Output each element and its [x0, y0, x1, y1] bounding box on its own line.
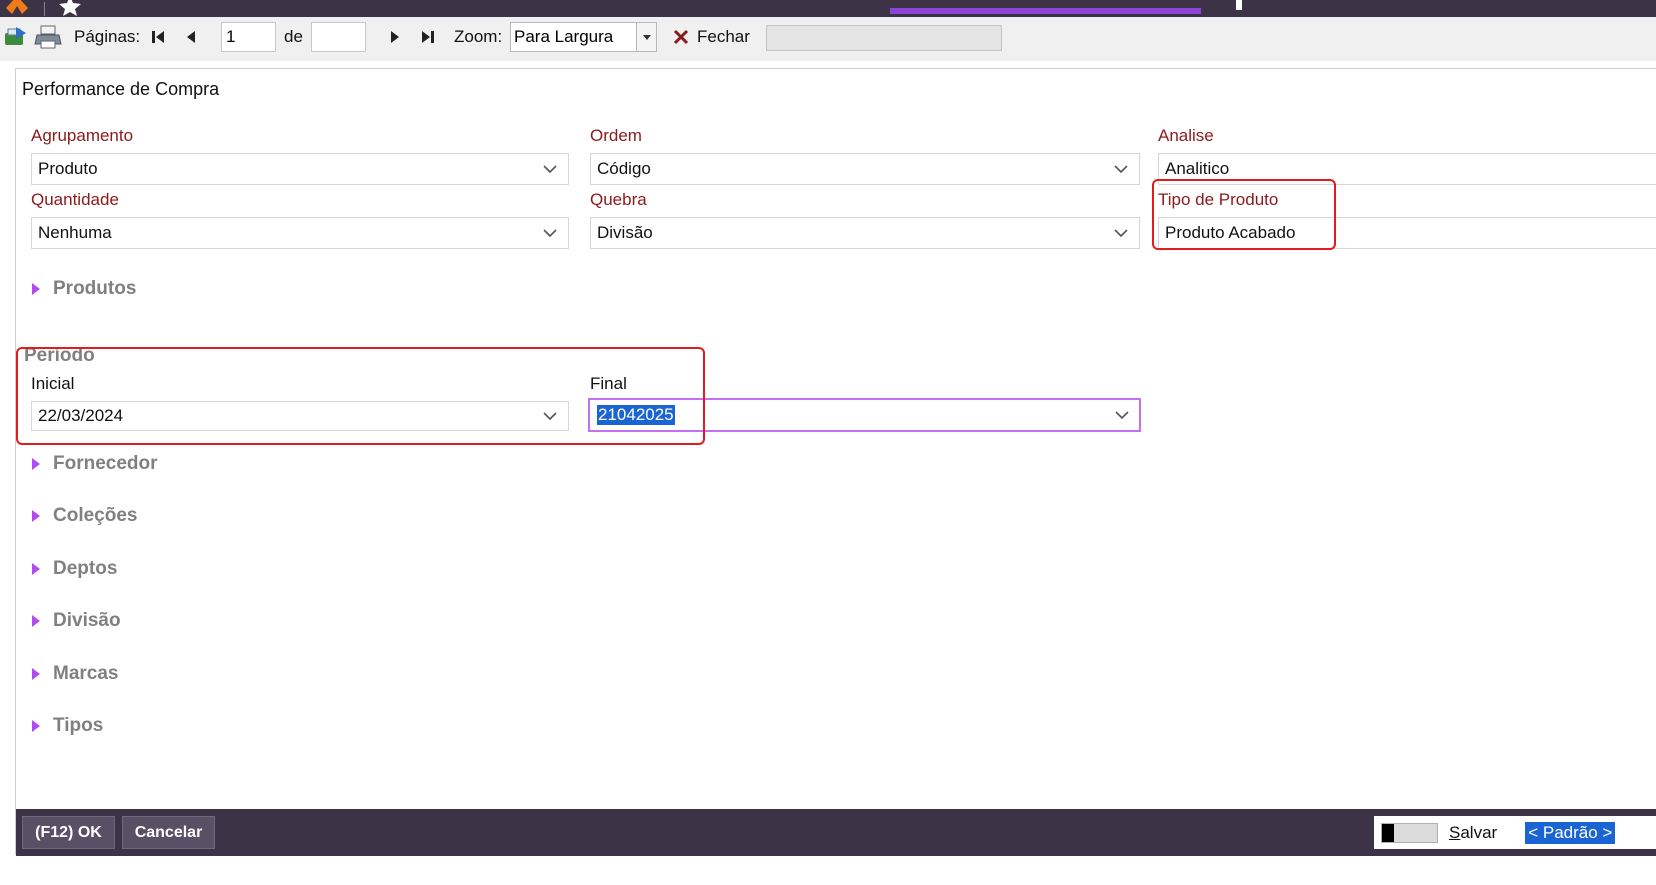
preset-select[interactable]: < Padrão > — [1525, 821, 1616, 844]
save-preset-button[interactable]: Salvar — [1449, 823, 1497, 843]
active-tab-indicator[interactable] — [890, 8, 1201, 14]
agrupamento-value: Produto — [38, 159, 98, 178]
section-deptos[interactable]: Deptos — [30, 558, 117, 580]
quebra-value: Divisão — [597, 223, 653, 242]
caret-down-icon — [642, 34, 651, 40]
expand-triangle-icon — [32, 458, 40, 470]
inicial-date-value: 22/03/2024 — [38, 406, 124, 425]
section-divisao[interactable]: Divisão — [30, 610, 121, 632]
chevron-down-icon[interactable] — [1104, 399, 1140, 431]
analise-label: Analise — [1158, 126, 1214, 145]
section-marcas-label: Marcas — [53, 663, 119, 684]
agrupamento-select[interactable]: Produto — [31, 153, 569, 185]
first-page-icon — [152, 31, 164, 43]
quantidade-value: Nenhuma — [38, 223, 112, 242]
new-tab-button[interactable] — [1236, 0, 1242, 10]
ordem-label: Ordem — [590, 126, 642, 145]
section-deptos-label: Deptos — [53, 558, 118, 579]
first-page-button[interactable] — [147, 24, 169, 50]
quantidade-select[interactable]: Nenhuma — [31, 217, 569, 249]
tipo-produto-select[interactable]: Produto Acabado — [1158, 217, 1656, 249]
ordem-select[interactable]: Código — [590, 153, 1140, 185]
section-divisao-label: Divisão — [53, 610, 121, 631]
next-page-button[interactable] — [384, 24, 406, 50]
final-date-input[interactable]: 21042025 — [588, 398, 1141, 432]
section-produtos-label: Produtos — [53, 278, 137, 299]
ordem-value: Código — [597, 159, 651, 178]
next-page-icon — [391, 31, 399, 43]
app-title-bar — [0, 0, 1656, 17]
section-tipos-label: Tipos — [53, 715, 104, 736]
analise-select[interactable]: Analitico — [1158, 153, 1656, 185]
chevron-down-icon[interactable] — [532, 218, 568, 248]
tipo-produto-value: Produto Acabado — [1165, 223, 1296, 242]
expand-triangle-icon — [32, 668, 40, 680]
dialog-footer: (F12) OK Cancelar Salvar < Padrão > — [16, 809, 1656, 856]
preset-panel: Salvar < Padrão > — [1374, 816, 1656, 849]
star-icon[interactable] — [58, 0, 82, 17]
preset-toggle[interactable] — [1381, 822, 1438, 843]
analise-value: Analitico — [1165, 159, 1230, 178]
inicial-label: Inicial — [31, 374, 75, 393]
section-tipos[interactable]: Tipos — [30, 715, 103, 737]
app-logo-icon[interactable] — [4, 0, 30, 16]
expand-triangle-icon — [32, 510, 40, 522]
section-fornecedor-label: Fornecedor — [53, 453, 158, 474]
zoom-dropdown-button[interactable] — [636, 23, 656, 51]
zoom-value: Para Largura — [514, 27, 614, 46]
expand-triangle-icon — [32, 563, 40, 575]
chevron-down-icon[interactable] — [1103, 154, 1139, 184]
cancel-button[interactable]: Cancelar — [122, 816, 215, 849]
section-marcas[interactable]: Marcas — [30, 663, 119, 685]
of-label: de — [284, 27, 303, 46]
export-icon[interactable] — [2, 24, 28, 50]
title-separator — [44, 2, 45, 16]
last-page-button[interactable] — [417, 24, 439, 50]
prev-page-button[interactable] — [180, 24, 202, 50]
expand-triangle-icon — [32, 283, 40, 295]
periodo-title: Período — [24, 345, 95, 366]
section-fornecedor[interactable]: Fornecedor — [30, 453, 158, 475]
expand-triangle-icon — [32, 615, 40, 627]
chevron-down-icon[interactable] — [1103, 218, 1139, 248]
pages-label: Páginas: — [74, 27, 141, 46]
close-label: Fechar — [697, 27, 750, 46]
total-pages-field — [311, 22, 366, 52]
inicial-date-select[interactable]: 22/03/2024 — [31, 401, 569, 431]
dialog-title: Performance de Compra — [22, 79, 220, 99]
expand-triangle-icon — [32, 720, 40, 732]
zoom-select[interactable]: Para Largura — [510, 22, 657, 52]
tipo-produto-label: Tipo de Produto — [1158, 190, 1279, 209]
print-icon[interactable] — [34, 24, 62, 50]
chevron-down-icon[interactable] — [532, 402, 568, 430]
report-toolbar: Páginas: 1 de Zoom: Para Largura Fechar — [0, 17, 1656, 61]
chevron-down-icon[interactable] — [532, 154, 568, 184]
quebra-select[interactable]: Divisão — [590, 217, 1140, 249]
section-produtos[interactable]: Produtos — [30, 278, 136, 300]
agrupamento-label: Agrupamento — [31, 126, 134, 145]
close-x-icon — [673, 29, 689, 45]
quantidade-label: Quantidade — [31, 190, 119, 209]
section-colecoes[interactable]: Coleções — [30, 505, 137, 527]
section-colecoes-label: Coleções — [53, 505, 138, 526]
quebra-label: Quebra — [590, 190, 647, 209]
zoom-label: Zoom: — [454, 27, 503, 46]
ok-button[interactable]: (F12) OK — [22, 816, 115, 849]
report-parameters-dialog: Performance de Compra Agrupamento Produt… — [15, 68, 1656, 856]
last-page-icon — [422, 31, 434, 43]
current-page-input[interactable]: 1 — [221, 22, 276, 52]
final-label: Final — [590, 374, 627, 393]
final-date-value: 21042025 — [597, 405, 675, 425]
progress-field — [766, 25, 1002, 51]
prev-page-icon — [187, 31, 195, 43]
close-report-button[interactable]: Fechar — [673, 24, 750, 50]
